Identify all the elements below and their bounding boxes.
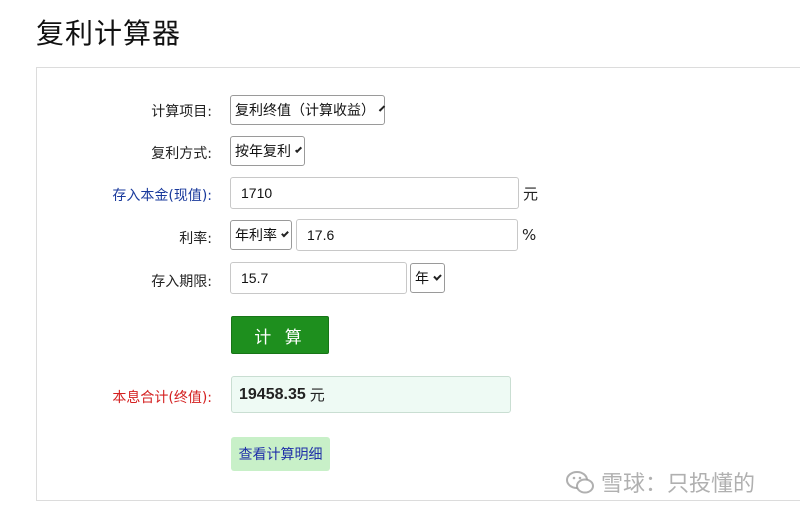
project-select[interactable]: 复利终值（计算收益）	[230, 95, 386, 125]
principal-label: 存入本金(现值):	[112, 188, 212, 204]
result-unit: 元	[309, 386, 325, 404]
principal-input[interactable]: 1710	[230, 177, 519, 209]
method-select[interactable]: 按年复利	[230, 136, 305, 166]
rate-label: 利率:	[179, 231, 212, 247]
method-label: 复利方式:	[151, 146, 212, 162]
project-select-value: 复利终值（计算收益）	[235, 103, 375, 119]
rate-type-select[interactable]: 年利率	[230, 220, 292, 250]
method-select-value: 按年复利	[235, 144, 291, 160]
watermark: 雪球：只投懂的	[565, 466, 755, 498]
principal-unit: 元	[523, 185, 539, 203]
watermark-text: 雪球：只投懂的	[601, 472, 756, 497]
term-input[interactable]: 15.7	[230, 262, 407, 294]
rate-input[interactable]: 17.6	[296, 219, 518, 251]
term-unit-select-value: 年	[415, 271, 429, 287]
chevron-down-icon	[378, 104, 386, 112]
result-box: 19458.35 元	[231, 376, 511, 413]
term-label: 存入期限:	[151, 274, 212, 290]
result-value: 19458.35	[239, 385, 306, 403]
project-label: 计算项目:	[151, 104, 212, 120]
term-unit-select[interactable]: 年	[410, 263, 445, 293]
page: 复利计算器 计算项目: 复利终值（计算收益） 复利方式: 按年复利 存入本金(现…	[0, 0, 800, 509]
result-label: 本息合计(终值):	[112, 390, 212, 406]
wechat-icon	[566, 471, 594, 494]
page-title: 复利计算器	[36, 17, 182, 50]
calculate-button[interactable]: 计 算	[231, 316, 329, 354]
chevron-down-icon	[294, 145, 303, 153]
chevron-down-icon	[433, 271, 442, 281]
rate-unit: %	[522, 226, 537, 244]
rate-type-select-value: 年利率	[235, 228, 277, 244]
view-detail-button[interactable]: 查看计算明细	[231, 437, 330, 471]
chevron-down-icon	[281, 229, 289, 237]
